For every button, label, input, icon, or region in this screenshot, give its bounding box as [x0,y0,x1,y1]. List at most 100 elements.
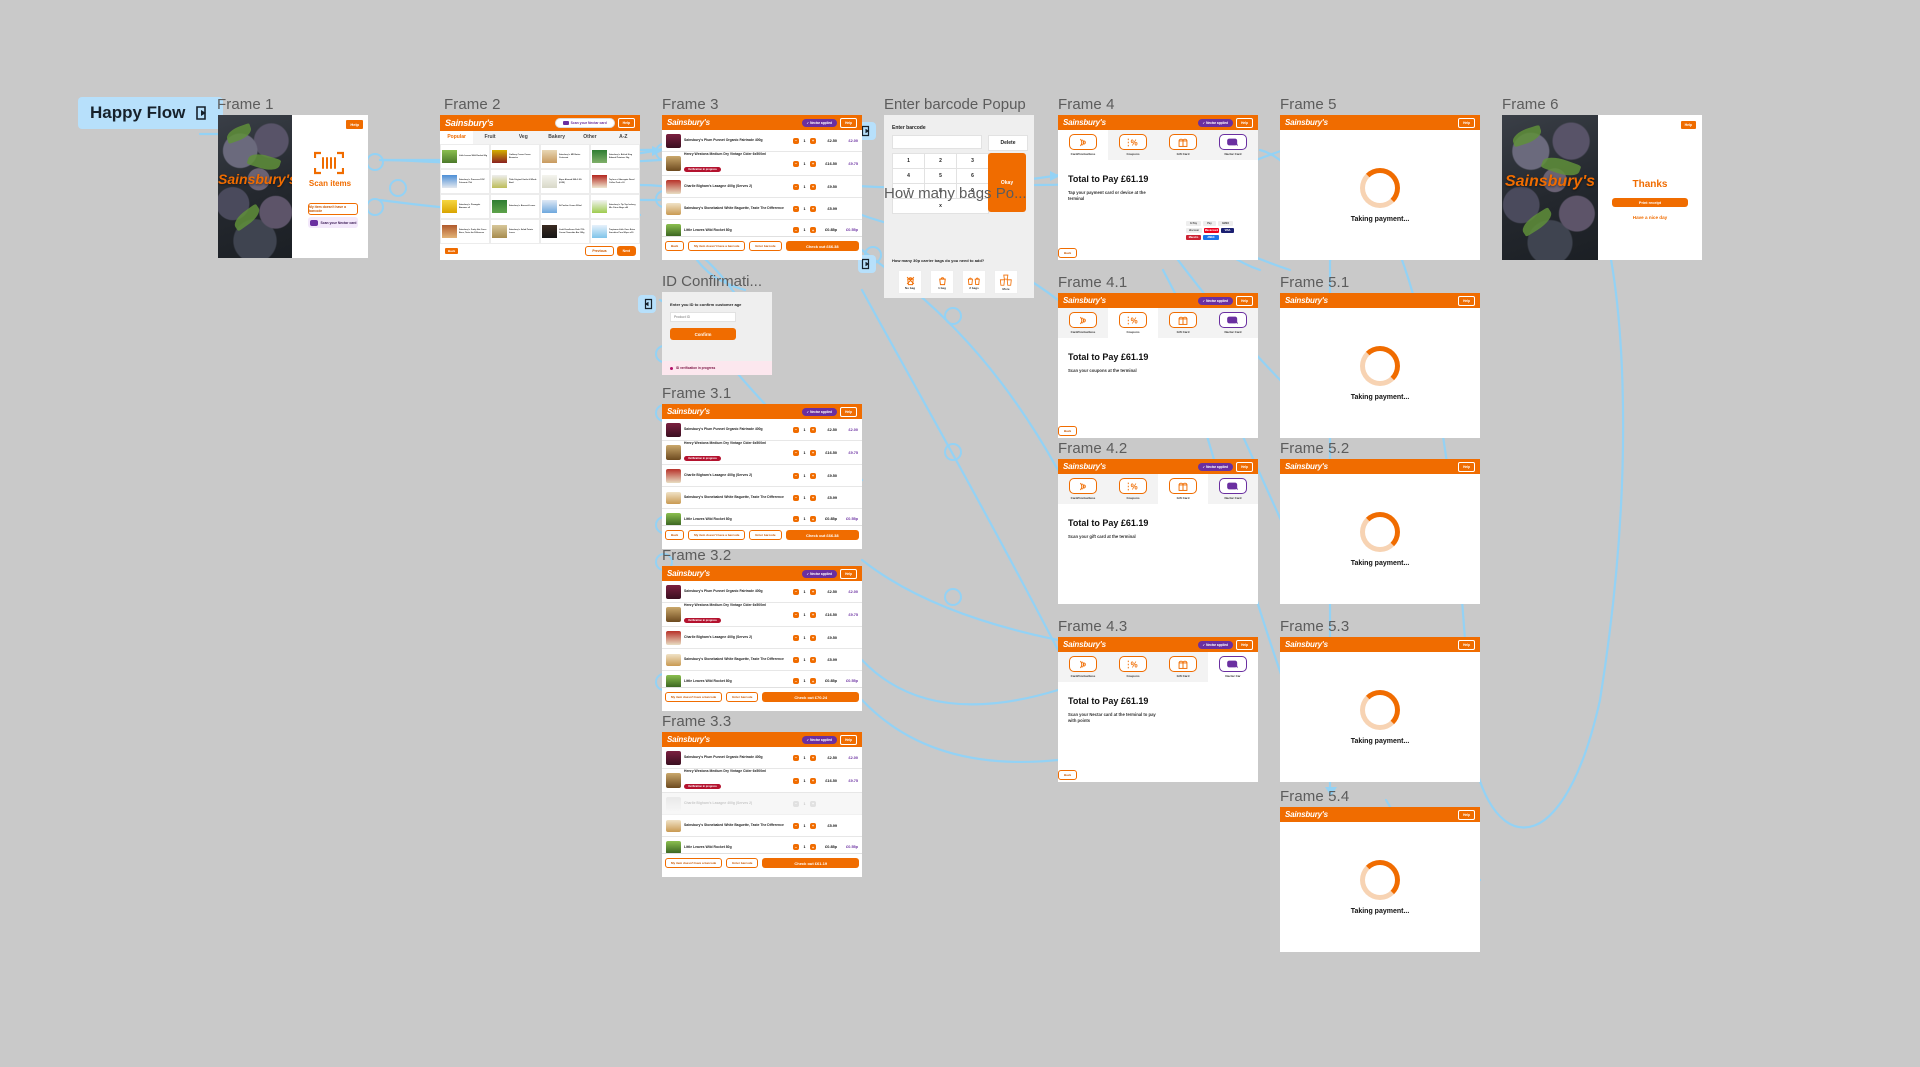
no-barcode-button[interactable]: My item doesn't have a barcode [665,858,723,868]
payment-option-card[interactable]: Card/Contactless [1058,130,1108,160]
bag-option-2-bags[interactable]: 2 bags [962,270,986,294]
delete-key[interactable]: Delete [988,135,1028,151]
basket-row[interactable]: Sainsbury's Stonebaked White Baguette, T… [662,649,862,671]
tab-az[interactable]: A-Z [607,131,640,144]
basket-row[interactable]: Henry Westons Medium Dry Vintage Cider 6… [662,441,862,465]
id-input[interactable] [670,312,736,322]
qty-decrement[interactable]: − [793,678,799,684]
qty-increment[interactable]: + [810,472,816,479]
product-cell[interactable]: Taylors of Harrogate Decaf Coffee Pods x… [590,169,640,194]
tab-fruit[interactable]: Fruit [473,131,506,144]
payment-option-coupons[interactable]: % Coupons [1108,308,1158,338]
basket-list[interactable]: Sainsbury's Plum Punnet Organic Fairtrad… [662,581,862,687]
payment-option-coupons[interactable]: % Coupons [1108,474,1158,504]
basket-row[interactable]: Sainsbury's Plum Punnet Organic Fairtrad… [662,581,862,603]
basket-row[interactable]: Henry Westons Medium Dry Vintage Cider 6… [662,152,862,176]
qty-decrement[interactable]: − [793,588,799,595]
next-page-button[interactable]: Next [616,246,636,256]
qty-increment[interactable]: + [810,588,816,595]
basket-row[interactable]: Charlie Bigham's Lasagne 400g (Serves 2)… [662,176,862,198]
qty-decrement[interactable]: − [793,160,799,167]
hotspot-ring[interactable] [944,307,962,325]
payment-option-nectar[interactable]: Nectar Card [1208,474,1258,504]
product-cell[interactable]: Cadbury Cocoa Cream Brownies [490,144,540,169]
frame-5-1-screen[interactable]: Sainsbury's Help Taking payment... [1280,293,1480,438]
print-receipt-button[interactable]: Print receipt [1612,198,1688,207]
basket-row[interactable]: Sainsbury's Plum Punnet Organic Fairtrad… [662,419,862,441]
frame-4-1-screen[interactable]: Sainsbury's ✓ Nectar applied Help Card/C… [1058,293,1258,438]
basket-row-removed[interactable]: Charlie Bigham's Lasagne 400g (Serves 2)… [662,793,862,815]
id-confirmation-popup[interactable]: Enter you ID to confirm customer age Con… [662,292,772,375]
key-2[interactable]: 2 [924,153,957,169]
payment-option-giftcard[interactable]: Gift Card [1158,474,1208,504]
qty-decrement[interactable]: − [793,449,799,456]
bag-option-more[interactable]: More [994,270,1018,294]
key-1[interactable]: 1 [892,153,925,169]
key-6[interactable]: 6 [956,168,989,184]
qty-increment[interactable]: + [810,611,816,618]
frame-5-2-screen[interactable]: Sainsbury's Help Taking payment... [1280,459,1480,604]
basket-list[interactable]: Sainsbury's Plum Punnet Organic Fairtrad… [662,747,862,853]
frame-5-screen[interactable]: Sainsbury's Help Taking payment... [1280,115,1480,260]
help-button[interactable]: Help [840,117,857,128]
qty-increment[interactable]: + [810,678,816,684]
no-barcode-button[interactable]: My item doesn't have a barcode [665,692,723,702]
product-cell[interactable]: Sainsbury's British King Edward Potatoes… [590,144,640,169]
product-cell[interactable]: Sainsbury's Fruity Hot Cross Buns, Taste… [440,219,490,244]
product-cell[interactable]: Sainsbury's MD Butter Croissant [540,144,590,169]
payment-option-giftcard[interactable]: Gift Card [1158,130,1208,160]
payment-option-tabs[interactable]: Card/Contactless % Coupons Gift Card Nec… [1058,308,1258,338]
product-cell[interactable]: Sainsbury's Prosecco DOC Frizzante 75cl [440,169,490,194]
nectar-scan-button[interactable]: Scan your Nectar card [308,217,358,228]
bags-popup[interactable]: How many 30p carrier bags do you need to… [884,250,1034,298]
help-button[interactable]: Help [840,568,857,579]
help-button[interactable]: Help [1679,120,1697,130]
qty-decrement[interactable]: − [793,822,799,829]
basket-row[interactable]: Sainsbury's Stonebaked White Baguette, T… [662,487,862,509]
checkout-button[interactable]: Check out £61.19 [762,858,859,868]
happy-flow-badge[interactable]: Happy Flow [78,97,224,129]
qty-decrement[interactable]: − [793,183,799,190]
tab-veg[interactable]: Veg [507,131,540,144]
previous-page-button[interactable]: Previous [585,246,614,256]
help-button[interactable]: Help [1458,295,1475,306]
help-button[interactable]: Help [1236,117,1253,128]
checkout-button[interactable]: Check out £66.38 [785,530,859,540]
payment-option-nectar[interactable]: Nectar Car [1208,652,1258,682]
tab-bakery[interactable]: Bakery [540,131,573,144]
qty-decrement[interactable]: − [793,494,799,501]
basket-row[interactable]: Sainsbury's Plum Punnet Organic Fairtrad… [662,130,862,152]
frame-3-2-screen[interactable]: Sainsbury's ✓ Nectar applied Help Sainsb… [662,566,862,711]
enter-barcode-button[interactable]: Enter barcode [726,858,759,868]
basket-list[interactable]: Sainsbury's Plum Punnet Organic Fairtrad… [662,419,862,525]
help-button[interactable]: Help [840,734,857,745]
basket-row[interactable]: Little Leaves Wild Rocket 80g − 1 + £0.8… [662,509,862,525]
checkout-button[interactable]: Check out £70.24 [762,692,859,702]
frame-1-screen[interactable]: Sainsbury's Help Scan items My item does… [218,115,368,258]
basket-row[interactable]: Henry Westons Medium Dry Vintage Cider 6… [662,603,862,627]
back-button[interactable]: Back [1058,426,1078,436]
back-button[interactable]: Back [1058,770,1078,780]
qty-increment[interactable]: + [810,494,816,501]
payment-option-coupons[interactable]: % Coupons [1108,652,1158,682]
help-button[interactable]: Help [1236,639,1253,650]
hotspot-ring[interactable] [366,153,384,171]
qty-decrement[interactable]: − [793,777,799,784]
qty-increment[interactable]: + [810,205,816,212]
frame-4-screen[interactable]: Sainsbury's ✓ Nectar applied Help Card/C… [1058,115,1258,260]
payment-option-card[interactable]: Card/Contactless [1058,652,1108,682]
basket-row[interactable]: Charlie Bigham's Lasagne 400g (Serves 2)… [662,465,862,487]
product-cell[interactable]: Tropicana Little Ones Extra Sunshine Pur… [590,219,640,244]
payment-option-tabs[interactable]: Card/Contactless % Coupons Gift Card Nec… [1058,652,1258,682]
basket-row[interactable]: Henry Westons Medium Dry Vintage Cider 6… [662,769,862,793]
hotspot-ring[interactable] [944,588,962,606]
category-tabs[interactable]: Popular Fruit Veg Bakery Other A-Z [440,131,640,144]
product-cell[interactable]: Sainsbury's Tip Top Iceberg Mix Citrus B… [590,194,640,219]
qty-decrement[interactable]: − [793,205,799,212]
basket-list[interactable]: Sainsbury's Plum Punnet Organic Fairtrad… [662,130,862,236]
frame-3-3-screen[interactable]: Sainsbury's ✓ Nectar applied Help Sainsb… [662,732,862,877]
product-cell[interactable]: Alpro Almond Milk 2.0% (0.85l) [540,169,590,194]
barcode-scan-icon[interactable] [314,151,344,175]
basket-footer[interactable]: Back My item doesn't have a barcode Ente… [662,525,862,544]
basket-row[interactable]: Little Leaves Wild Rocket 80g − 1 + £0.8… [662,671,862,687]
